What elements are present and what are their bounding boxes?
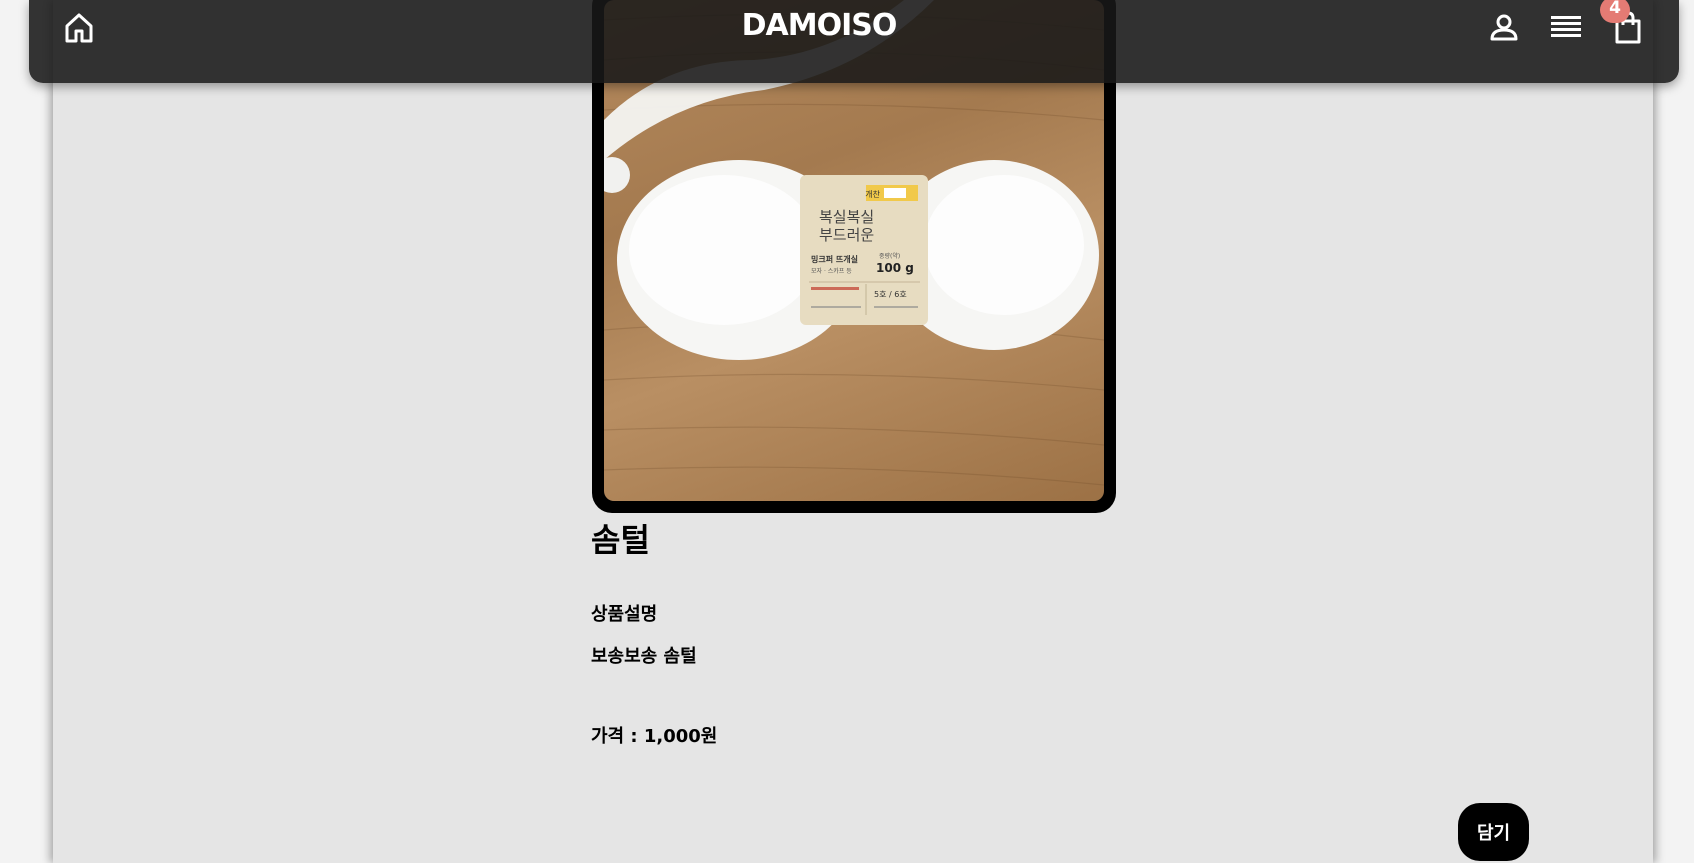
description-label: 상품설명 xyxy=(591,604,658,625)
user-icon[interactable] xyxy=(1487,10,1521,44)
menu-icon[interactable] xyxy=(1549,10,1583,44)
product-title: 솜털 xyxy=(591,521,650,559)
product-price: 가격 : 1,000원 xyxy=(591,726,718,747)
top-navbar: DAMOISO xyxy=(29,0,1679,83)
package-tag: 개찬 xyxy=(865,189,880,199)
package-weight: 100 g xyxy=(876,261,914,275)
home-icon[interactable] xyxy=(62,11,96,45)
brand-logo[interactable]: DAMOISO xyxy=(729,4,909,48)
package-brand: 밍크퍼 뜨개실 xyxy=(811,254,858,264)
product-description: 보송보송 솜털 xyxy=(591,646,697,667)
package-line2: 부드러운 xyxy=(819,226,874,244)
package-needle: 5호 / 6호 xyxy=(874,290,907,299)
cart-count-badge: 4 xyxy=(1600,0,1630,23)
add-to-cart-button[interactable]: 담기 xyxy=(1458,803,1529,861)
package-line1: 복실복실 xyxy=(819,208,874,226)
package-sub: 모자 · 스카프 등 xyxy=(811,267,852,275)
package-weight-label: 중량(약) xyxy=(879,252,900,260)
